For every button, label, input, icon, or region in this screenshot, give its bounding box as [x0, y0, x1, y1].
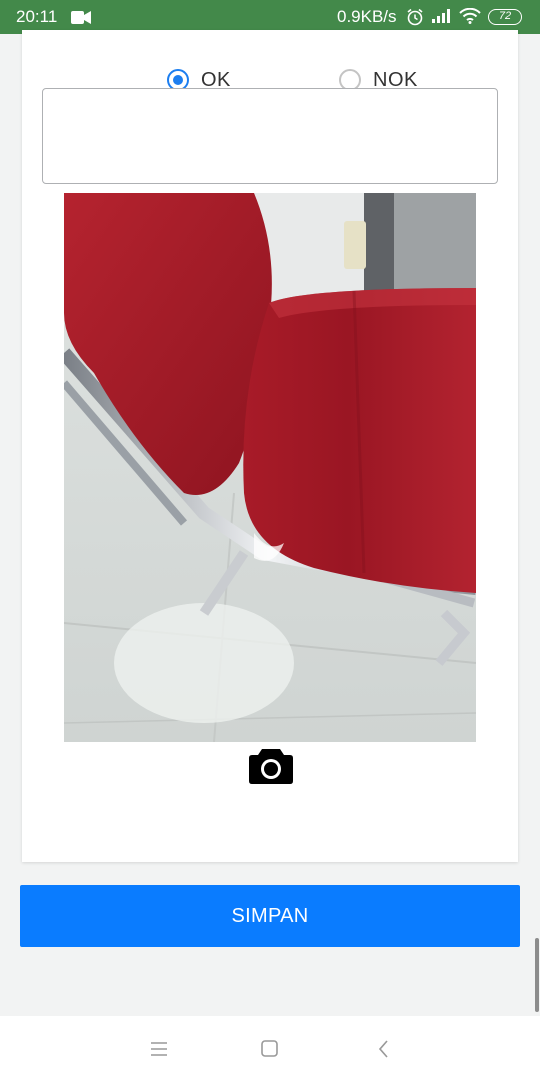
- navigation-bar: [0, 1016, 540, 1080]
- video-icon: [71, 11, 91, 29]
- camera-button[interactable]: [248, 747, 294, 785]
- captured-photo: [64, 193, 476, 742]
- back-icon[interactable]: [373, 1038, 397, 1060]
- menu-icon[interactable]: [147, 1038, 171, 1060]
- battery-icon: 72: [488, 9, 522, 25]
- signal-icon: [432, 9, 452, 28]
- scrollbar[interactable]: [535, 938, 539, 1012]
- network-speed: 0.9KB/s: [337, 7, 397, 26]
- status-time: 20:11: [16, 7, 58, 26]
- save-button[interactable]: SIMPAN: [20, 885, 520, 947]
- wifi-icon: [459, 7, 481, 29]
- alarm-icon: [406, 8, 424, 31]
- camera-icon: [249, 749, 293, 784]
- note-input[interactable]: [42, 88, 498, 184]
- home-icon[interactable]: [258, 1038, 282, 1060]
- status-bar: 20:11 0.9KB/s 72: [0, 0, 540, 34]
